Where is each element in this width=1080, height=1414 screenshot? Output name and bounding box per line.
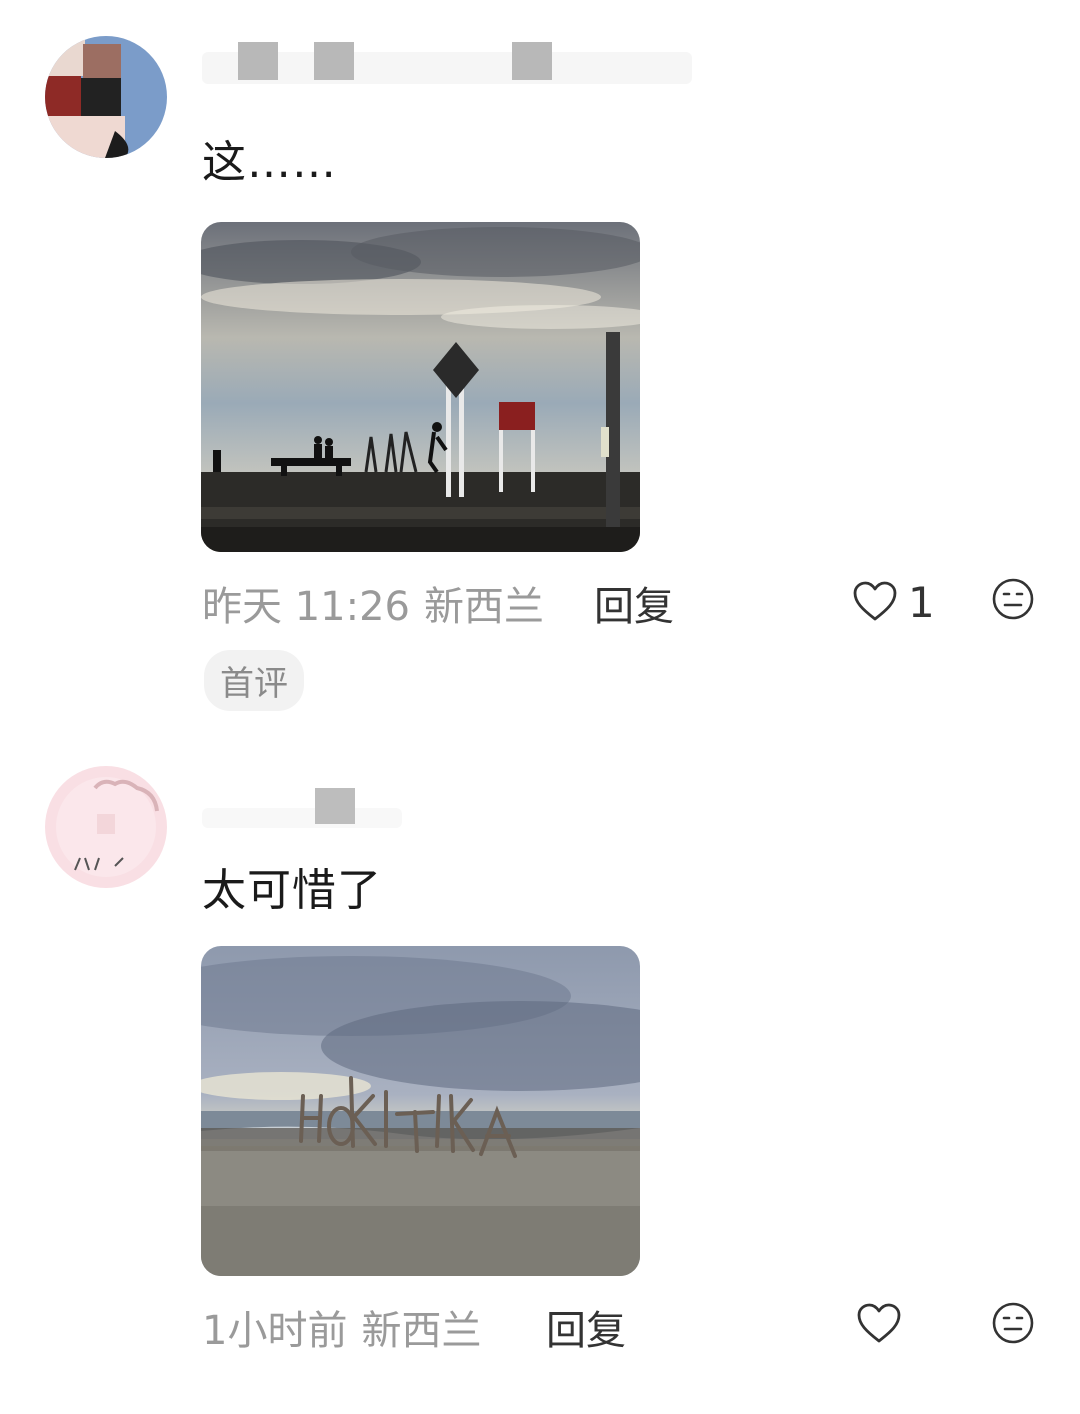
like-button[interactable]: 1 bbox=[852, 578, 935, 627]
avatar[interactable] bbox=[45, 36, 167, 158]
neutral-face-icon bbox=[992, 1302, 1034, 1348]
username-redacted[interactable] bbox=[202, 42, 702, 92]
comment-meta: 1小时前 新西兰 bbox=[202, 1298, 495, 1356]
heart-outline-icon bbox=[852, 580, 898, 626]
username-redacted[interactable] bbox=[202, 788, 702, 838]
like-count: 1 bbox=[908, 578, 935, 627]
comment-photo[interactable] bbox=[201, 222, 640, 552]
comment-location: 新西兰 bbox=[361, 1308, 482, 1354]
like-button[interactable] bbox=[856, 1302, 912, 1348]
first-comment-badge: 首评 bbox=[204, 650, 304, 711]
avatar[interactable] bbox=[45, 766, 167, 888]
comment-item: 这…… 昨天 11:26 新西兰 回复 1 首评 bbox=[0, 0, 1080, 720]
comment-location: 新西兰 bbox=[424, 584, 544, 630]
neutral-face-icon bbox=[992, 578, 1034, 624]
heart-outline-icon bbox=[856, 1302, 902, 1348]
comment-time: 1小时前 bbox=[202, 1308, 348, 1354]
comment-text: 太可惜了 bbox=[202, 865, 382, 916]
comment-text: 这…… bbox=[202, 137, 337, 188]
reply-button[interactable]: 回复 bbox=[546, 1298, 626, 1356]
reply-button[interactable]: 回复 bbox=[594, 574, 674, 632]
comment-time: 昨天 11:26 bbox=[202, 584, 410, 630]
comment-meta: 昨天 11:26 新西兰 bbox=[202, 574, 558, 632]
reaction-button[interactable] bbox=[992, 1302, 1034, 1344]
reaction-button[interactable] bbox=[992, 578, 1034, 620]
comment-photo[interactable] bbox=[201, 946, 640, 1276]
